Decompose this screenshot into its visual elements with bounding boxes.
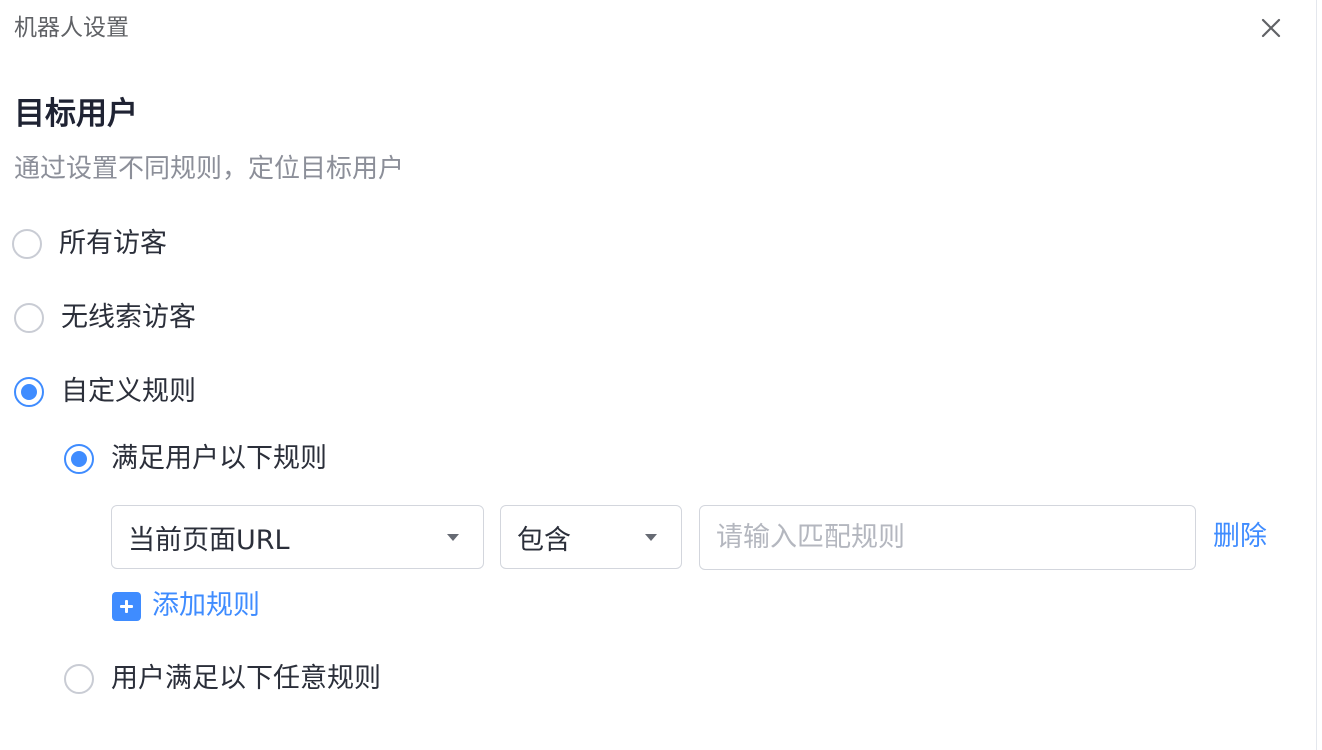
radio-option-match-any-rules[interactable]: 用户满足以下任意规则 [64, 660, 381, 698]
radio-label-all-visitors: 所有访客 [59, 228, 167, 259]
radio-custom-rules[interactable] [14, 377, 44, 407]
rule-field-value: 当前页面URL [128, 524, 290, 556]
caret-down-icon [645, 533, 657, 541]
section-description: 通过设置不同规则，定位目标用户 [14, 154, 405, 184]
window-title: 机器人设置 [14, 15, 129, 41]
add-rule-label: 添加规则 [152, 590, 260, 621]
rule-operator-value: 包含 [517, 524, 571, 556]
radio-option-all-visitors[interactable]: 所有访客 [12, 225, 167, 263]
rule-operator-select[interactable]: 包含 [500, 505, 682, 569]
plus-square-icon [112, 591, 141, 621]
close-button[interactable] [1254, 11, 1288, 45]
radio-option-custom-rules[interactable]: 自定义规则 [14, 373, 196, 411]
radio-option-no-lead-visitors[interactable]: 无线索访客 [14, 299, 196, 337]
radio-match-all-rules[interactable] [64, 444, 94, 474]
section-title: 目标用户 [14, 96, 138, 132]
radio-all-visitors[interactable] [12, 229, 42, 259]
add-rule-button[interactable]: 添加规则 [112, 587, 260, 625]
radio-option-match-all-rules[interactable]: 满足用户以下规则 [64, 440, 327, 478]
robot-settings-panel: 机器人设置 目标用户 通过设置不同规则，定位目标用户 所有访客 无线索访客 自定… [0, 0, 1317, 750]
radio-label-match-all-rules: 满足用户以下规则 [111, 443, 327, 474]
radio-label-match-any-rules: 用户满足以下任意规则 [111, 663, 381, 694]
close-icon [1261, 18, 1281, 38]
delete-rule-link[interactable]: 删除 [1213, 518, 1267, 556]
radio-match-any-rules[interactable] [64, 664, 94, 694]
radio-no-lead-visitors[interactable] [14, 303, 44, 333]
radio-label-custom-rules: 自定义规则 [61, 376, 196, 407]
radio-label-no-lead-visitors: 无线索访客 [61, 302, 196, 333]
caret-down-icon [447, 533, 459, 541]
rule-field-select[interactable]: 当前页面URL [111, 505, 484, 569]
rule-match-input[interactable] [699, 505, 1196, 570]
